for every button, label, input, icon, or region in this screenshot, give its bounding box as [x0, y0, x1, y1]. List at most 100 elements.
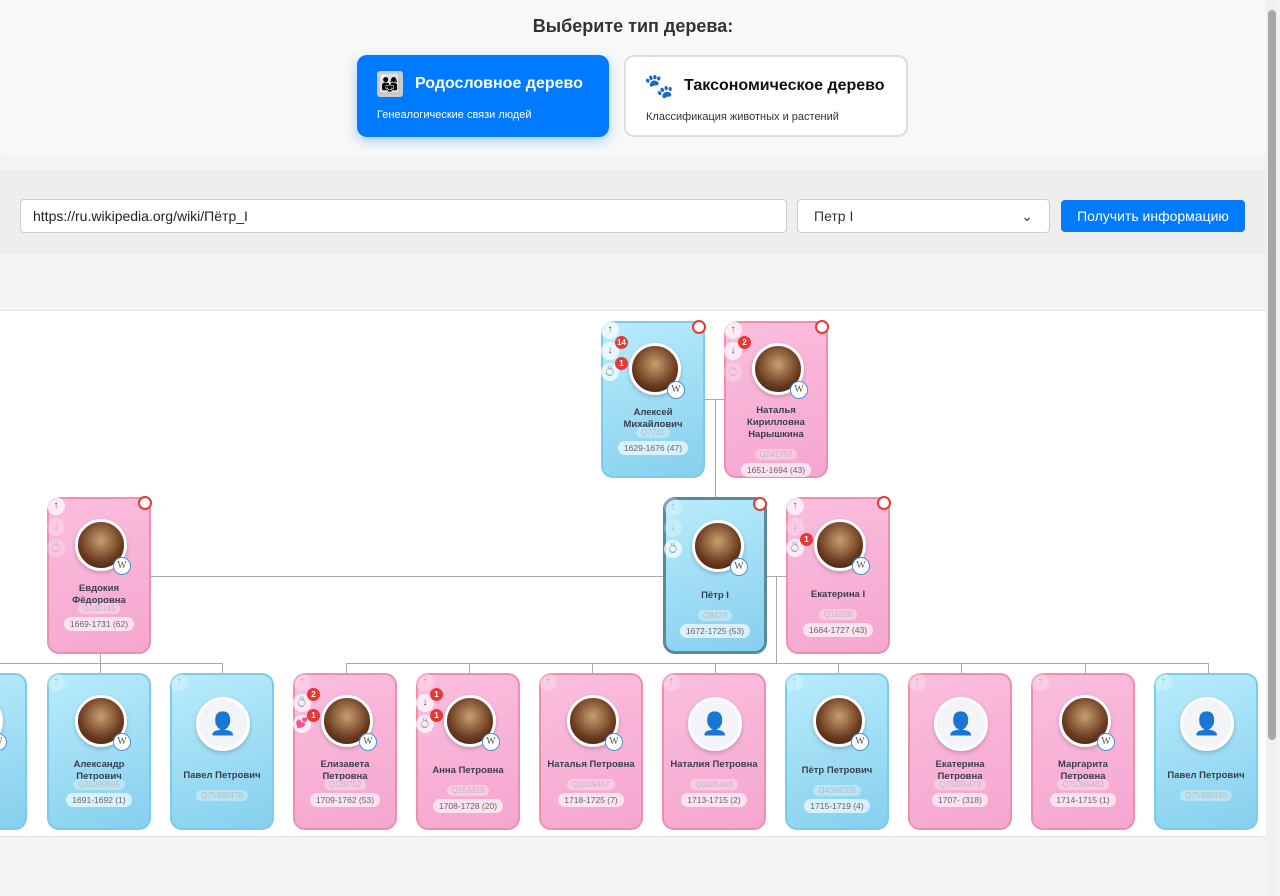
- person-card[interactable]: ↑ ↓ 💍 1 W Екатерина I Q15208 1684-1727 (43): [786, 496, 891, 654]
- connector-line: [0, 663, 222, 664]
- connector-line: [1085, 663, 1086, 673]
- wikipedia-icon[interactable]: W: [790, 381, 808, 399]
- chevron-down-icon: ⌄: [1021, 207, 1033, 224]
- arrow-up-icon[interactable]: ↑: [724, 321, 742, 339]
- person-card[interactable]: ↑ 👤 Павел Петрович Q75385478: [170, 673, 274, 830]
- life-dates: 1651-1694 (43): [740, 463, 812, 477]
- clock-icon[interactable]: [692, 320, 706, 334]
- person-name: Пётр I: [701, 590, 729, 601]
- get-info-button[interactable]: Получить информацию: [1061, 200, 1245, 232]
- person-card[interactable]: ↑ 💍 2 💕 1 W Елизавета Петровна Q130752 1709-1762…: [293, 673, 397, 830]
- scrollbar[interactable]: [1266, 0, 1278, 896]
- person-card[interactable]: ↑ 👤 Наталия Петровна Q3825468 1713-1715 (2): [662, 673, 766, 830]
- life-dates: 1713-1715 (2): [681, 793, 747, 807]
- wikidata-id: Q7731: [635, 427, 671, 438]
- person-card[interactable]: ↑ ↓ 1 💍 1 W Анна Петровна Q153319 1708-1728 (20): [416, 673, 520, 830]
- person-card[interactable]: ↑ W Александр Петрович Q26299695 1691-1692 (…: [47, 673, 151, 830]
- wikipedia-icon[interactable]: W: [851, 733, 869, 751]
- wikidata-id: Q130752: [323, 779, 367, 790]
- person-name: Павел Петрович: [183, 770, 261, 781]
- life-dates: 1672-1725 (53): [679, 624, 751, 638]
- person-card[interactable]: ↑ W Пётр Петрович Q4386209 1715-1719 (4): [785, 673, 889, 830]
- wikipedia-icon[interactable]: W: [113, 733, 131, 751]
- connector-line: [100, 663, 101, 673]
- default-avatar-icon: 👤: [934, 697, 988, 751]
- connector-line: [151, 576, 663, 577]
- arrow-up-icon[interactable]: ↑: [293, 673, 311, 691]
- person-name: Павел Петрович: [1167, 770, 1245, 781]
- wikipedia-icon[interactable]: W: [852, 557, 870, 575]
- arrow-up-icon[interactable]: ↑: [1031, 673, 1049, 691]
- life-dates: 1708-1728 (20): [432, 799, 504, 813]
- ring-icon[interactable]: 💍: [47, 539, 65, 557]
- person-card[interactable]: ↑ ↓ 💍 W Пётр I Q8479 1672-1725 (53): [663, 497, 767, 654]
- connector-line: [592, 663, 593, 673]
- life-dates: 1629-1676 (47): [617, 441, 689, 455]
- wikipedia-icon[interactable]: W: [730, 558, 748, 576]
- clock-icon[interactable]: [877, 496, 891, 510]
- connector-line: [838, 663, 839, 673]
- wikipedia-icon[interactable]: W: [0, 733, 7, 751]
- life-dates: 1715-1719 (4): [804, 799, 870, 813]
- person-name: Анна Петровна: [432, 765, 504, 776]
- default-avatar-icon: 👤: [688, 697, 742, 751]
- wikidata-id: Q75385485: [1180, 790, 1232, 801]
- arrow-up-icon[interactable]: ↑: [662, 673, 680, 691]
- ring-icon[interactable]: 💍: [724, 363, 742, 381]
- person-card[interactable]: ↑ 👤 Павел Петрович Q75385485: [1154, 673, 1258, 830]
- count-badge: 1: [430, 688, 443, 701]
- arrow-down-icon[interactable]: ↓: [47, 518, 65, 536]
- person-card[interactable]: ↑ W Маргарита Петровна Q75385482 1714-1715 (…: [1031, 673, 1135, 830]
- arrow-up-icon[interactable]: ↑: [1154, 673, 1172, 691]
- arrow-up-icon[interactable]: ↑: [601, 321, 619, 339]
- family-tree-canvas[interactable]: ↑ ↓ 14 💍 1 W Алексей Михайлович Q7731 1629-1676 …: [0, 310, 1266, 837]
- person-card[interactable]: ↑ ↓ 14 💍 1 W Алексей Михайлович Q7731 1629-1676 …: [601, 320, 706, 478]
- arrow-up-icon[interactable]: ↑: [539, 673, 557, 691]
- panel-title: Выберите тип дерева:: [532, 16, 734, 36]
- arrow-up-icon[interactable]: ↑: [908, 673, 926, 691]
- paw-icon: 🐾: [644, 72, 674, 100]
- wikipedia-icon[interactable]: W: [482, 733, 500, 751]
- connector-line: [715, 399, 716, 497]
- arrow-up-icon[interactable]: ↑: [416, 673, 434, 691]
- connector-line: [776, 576, 777, 663]
- arrow-down-icon[interactable]: ↓: [664, 519, 682, 537]
- arrow-up-icon[interactable]: ↑: [786, 497, 804, 515]
- person-card[interactable]: ↑ ↓ 2 💍 W Наталья Кирилловна Нарышкина Q241797…: [724, 320, 829, 478]
- connector-line: [1208, 663, 1209, 673]
- connector-line: [100, 654, 101, 663]
- count-badge: 14: [615, 336, 628, 349]
- wikipedia-icon[interactable]: W: [1097, 733, 1115, 751]
- wikipedia-icon[interactable]: W: [359, 733, 377, 751]
- scrollbar-thumb[interactable]: [1268, 10, 1276, 740]
- genealogy-tree-button[interactable]: 👨‍👩‍👧 Родословное дерево Генеалогические …: [357, 55, 609, 137]
- person-card[interactable]: W8): [0, 673, 27, 830]
- wikipedia-icon[interactable]: W: [113, 557, 131, 575]
- person-select[interactable]: Петр I ⌄: [797, 199, 1050, 233]
- person-card[interactable]: ↑ 👤 Екатерина Петровна Q75385479 1707- (318): [908, 673, 1012, 830]
- connector-line: [961, 663, 962, 673]
- taxonomy-tree-button[interactable]: 🐾 Таксономическое дерево Классификация жи…: [624, 55, 908, 137]
- count-badge: 1: [307, 709, 320, 722]
- ring-icon[interactable]: 💍: [664, 540, 682, 558]
- clock-icon[interactable]: [138, 496, 152, 510]
- arrow-up-icon[interactable]: ↑: [785, 673, 803, 691]
- select-value: Петр I: [814, 208, 854, 224]
- arrow-up-icon[interactable]: ↑: [47, 673, 65, 691]
- wikidata-id: Q3825468: [690, 779, 738, 790]
- arrow-up-icon[interactable]: ↑: [47, 497, 65, 515]
- wikipedia-icon[interactable]: W: [667, 381, 685, 399]
- count-badge: 2: [738, 336, 751, 349]
- arrow-up-icon[interactable]: ↑: [664, 498, 682, 516]
- clock-icon[interactable]: [815, 320, 829, 334]
- wikipedia-icon[interactable]: W: [605, 733, 623, 751]
- arrow-up-icon[interactable]: ↑: [170, 673, 188, 691]
- person-name: Пётр Петрович: [801, 765, 873, 776]
- url-input[interactable]: [20, 199, 787, 233]
- arrow-down-icon[interactable]: ↓: [786, 518, 804, 536]
- connector-line: [715, 663, 716, 673]
- count-badge: 1: [800, 533, 813, 546]
- clock-icon[interactable]: [753, 497, 767, 511]
- person-card[interactable]: ↑ W Наталья Петровна Q2839457 1718-1725 (7): [539, 673, 643, 830]
- person-card[interactable]: ↑ ↓ 💍 W Евдокия Фёдоровна Q240145 1669-1731 (6…: [47, 496, 152, 654]
